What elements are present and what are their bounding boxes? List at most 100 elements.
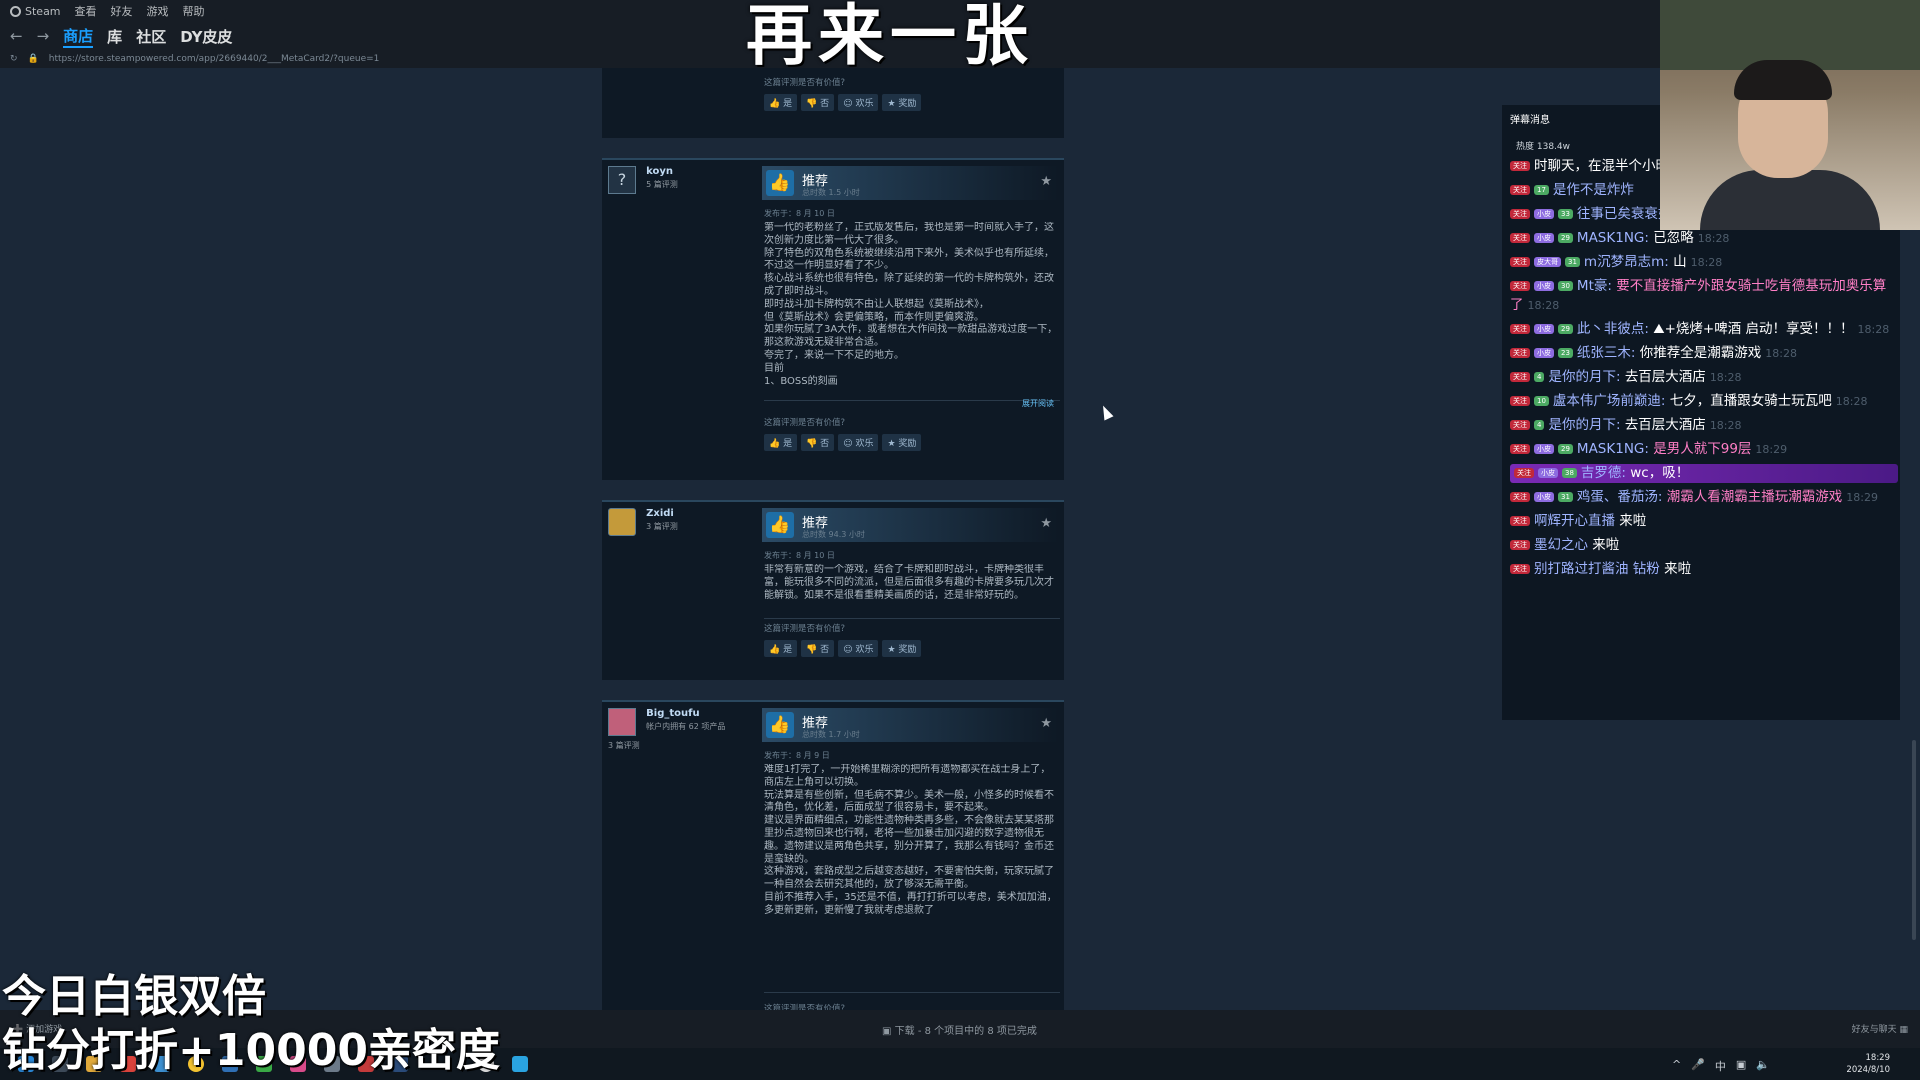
follow-tag[interactable]: 关注 xyxy=(1510,420,1530,430)
chat-username[interactable]: 是你的月下 xyxy=(1548,417,1616,433)
follow-tag[interactable]: 关注 xyxy=(1510,444,1530,454)
stream-overlay-title: 再来一张 xyxy=(746,0,1034,74)
author-name[interactable]: Zxidi xyxy=(646,508,678,519)
author-review-count: 5 篇评测 xyxy=(646,180,678,189)
lock-icon: 🔒 xyxy=(27,54,39,64)
follow-tag[interactable]: 关注 xyxy=(1510,564,1530,574)
chat-username[interactable]: Mt豪 xyxy=(1577,278,1607,294)
menu-games[interactable]: 游戏 xyxy=(147,3,169,19)
chat-timestamp: 18:28 xyxy=(1835,395,1868,408)
chat-username[interactable]: 墨幻之心 xyxy=(1534,537,1588,553)
menu-help[interactable]: 帮助 xyxy=(183,3,205,19)
ime-icon[interactable]: 中 xyxy=(1715,1058,1726,1074)
follow-tag[interactable]: 关注 xyxy=(1510,396,1530,406)
author-name[interactable]: koyn xyxy=(646,166,678,177)
app-icon[interactable] xyxy=(512,1056,528,1072)
review-verdict[interactable]: 👍 推荐 总时数 94.3 小时 ★ xyxy=(762,508,1058,542)
chat-username[interactable]: 鸡蛋、番茄汤 xyxy=(1577,489,1658,505)
tab-store[interactable]: 商店 xyxy=(63,25,94,48)
chat-username[interactable]: MASK1NG xyxy=(1577,441,1644,457)
posted-date: 发布于：8 月 10 日 xyxy=(764,209,835,218)
menu-friends[interactable]: 好友 xyxy=(111,3,133,19)
chat-username[interactable]: 是作不是炸炸 xyxy=(1553,182,1634,198)
chat-username[interactable]: 别打路过打酱油 钻粉 xyxy=(1534,561,1660,577)
tab-profile[interactable]: DY皮皮 xyxy=(180,26,232,47)
chat-username[interactable]: 啊辉开心直播 xyxy=(1534,513,1615,529)
follow-tag[interactable]: 关注 xyxy=(1514,468,1534,478)
tab-community[interactable]: 社区 xyxy=(136,26,166,47)
chat-username[interactable]: 吉罗德 xyxy=(1581,465,1622,481)
back-arrow-icon[interactable]: ← xyxy=(10,27,23,45)
star-icon[interactable]: ★ xyxy=(1040,716,1052,731)
review-verdict[interactable]: 👍 推荐 总时数 1.5 小时 ★ xyxy=(762,166,1058,200)
follow-tag[interactable]: 关注 xyxy=(1510,161,1530,171)
vote-award-button[interactable]: ★ 奖励 xyxy=(882,94,922,111)
chat-username[interactable]: MASK1NG xyxy=(1577,230,1644,246)
friends-chat-button[interactable]: 好友与聊天 ▦ xyxy=(1852,1022,1908,1035)
review-author[interactable]: Zxidi 3 篇评测 xyxy=(608,508,758,536)
follow-tag[interactable]: 关注 xyxy=(1510,492,1530,502)
overlay-line-1: 今日白银双倍 xyxy=(2,971,266,1022)
chat-heat: 热度 138.4w xyxy=(1516,142,1570,152)
follow-tag[interactable]: 关注 xyxy=(1510,233,1530,243)
vote-funny-button[interactable]: ☺ 欢乐 xyxy=(838,94,879,111)
chat-username[interactable]: 是你的月下 xyxy=(1548,369,1616,385)
star-icon[interactable]: ★ xyxy=(1040,174,1052,189)
network-icon[interactable]: ▣ xyxy=(1736,1058,1746,1074)
follow-tag[interactable]: 关注 xyxy=(1510,372,1530,382)
follow-tag[interactable]: 关注 xyxy=(1510,516,1530,526)
chat-message: 关注 小皮 38 吉罗德: wc，吸！ xyxy=(1510,464,1898,483)
expand-link[interactable]: 展开阅读 xyxy=(1022,398,1054,409)
avatar[interactable]: ? xyxy=(608,166,636,194)
menu-view[interactable]: 查看 xyxy=(75,3,97,19)
review-verdict[interactable]: 👍 推荐 总时数 1.7 小时 ★ xyxy=(762,708,1058,742)
review-body: 第一代的老粉丝了，正式版发售后，我也是第一时间就入手了，这次创新力度比第一代大了… xyxy=(764,222,1058,387)
forward-arrow-icon[interactable]: → xyxy=(37,27,50,45)
follow-tag[interactable]: 关注 xyxy=(1510,348,1530,358)
page-scrollbar[interactable] xyxy=(1912,740,1916,940)
vote-funny-button[interactable]: ☺ 欢乐 xyxy=(838,434,879,451)
avatar[interactable] xyxy=(608,508,636,536)
helpful-question: 这篇评测是否有价值? xyxy=(764,418,846,428)
author-name[interactable]: Big_toufu xyxy=(646,708,725,719)
review-author[interactable]: ? koyn 5 篇评测 xyxy=(608,166,758,194)
chat-username[interactable]: 此丶非彼点 xyxy=(1577,321,1645,337)
chat-message: 关注 4 是你的月下: 去百层大酒店 18:28 xyxy=(1510,368,1890,387)
follow-tag[interactable]: 关注 xyxy=(1510,324,1530,334)
follow-tag[interactable]: 关注 xyxy=(1510,209,1530,219)
follow-tag[interactable]: 关注 xyxy=(1510,281,1530,291)
chat-username[interactable]: m沉梦昂志m xyxy=(1584,254,1664,270)
reload-icon[interactable]: ↻ xyxy=(10,54,18,64)
chevron-up-icon[interactable]: ^ xyxy=(1672,1058,1681,1074)
vote-funny-button[interactable]: ☺ 欢乐 xyxy=(838,640,879,657)
chat-separator: : xyxy=(1644,321,1654,337)
vote-no-button[interactable]: 👎 否 xyxy=(801,640,835,657)
follow-tag[interactable]: 关注 xyxy=(1510,540,1530,550)
system-tray: ^ 🎤 中 ▣ 🔈 xyxy=(1672,1058,1770,1074)
chat-username[interactable]: 盧本伟广场前巅迪 xyxy=(1553,393,1661,409)
chat-username[interactable]: 纸张三木 xyxy=(1577,345,1631,361)
thumbs-up-icon: 👍 xyxy=(766,170,794,196)
vote-no-button[interactable]: 👎 否 xyxy=(801,434,835,451)
vote-award-button[interactable]: ★ 奖励 xyxy=(882,434,922,451)
vote-yes-button[interactable]: 👍 是 xyxy=(764,434,798,451)
follow-tag[interactable]: 关注 xyxy=(1510,257,1530,267)
posted-date: 发布于：8 月 9 日 xyxy=(764,751,830,760)
tab-library[interactable]: 库 xyxy=(107,26,122,47)
review-author[interactable]: Big_toufu 帐户内拥有 62 项产品 3 篇评测 xyxy=(608,708,758,751)
star-icon[interactable]: ★ xyxy=(1040,516,1052,531)
taskbar-clock[interactable]: 18:29 2024/8/10 xyxy=(1846,1052,1890,1076)
vote-award-button[interactable]: ★ 奖励 xyxy=(882,640,922,657)
vote-yes-button[interactable]: 👍 是 xyxy=(764,640,798,657)
vote-no-button[interactable]: 👎 否 xyxy=(801,94,835,111)
avatar[interactable] xyxy=(608,708,636,736)
follow-tag[interactable]: 关注 xyxy=(1510,185,1530,195)
menu-steam[interactable]: Steam xyxy=(10,5,61,18)
download-status[interactable]: ▣ 下载 - 8 个项目中的 8 项已完成 xyxy=(882,1022,1037,1037)
review-body: 难度1打完了，一开始稀里糊涂的把所有遗物都买在战士身上了，商店左上角可以切换。 … xyxy=(764,764,1057,916)
url-text[interactable]: https://store.steampowered.com/app/26694… xyxy=(49,54,380,64)
microphone-icon[interactable]: 🎤 xyxy=(1691,1058,1705,1074)
divider xyxy=(764,992,1060,993)
vote-yes-button[interactable]: 👍 是 xyxy=(764,94,798,111)
volume-icon[interactable]: 🔈 xyxy=(1756,1058,1770,1074)
